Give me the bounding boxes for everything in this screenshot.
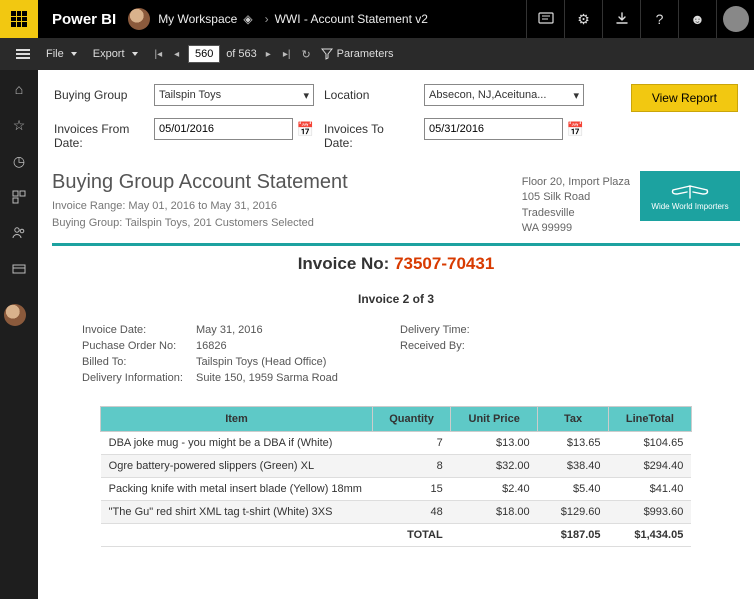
meta-received-label: Received By: — [400, 340, 490, 352]
last-page-icon[interactable]: ▸| — [280, 49, 294, 60]
nav-toggle-icon[interactable] — [8, 53, 38, 55]
meta-po-value: 16826 — [196, 340, 396, 352]
help-icon[interactable]: ? — [640, 0, 678, 38]
parameters-toggle[interactable]: Parameters — [321, 48, 394, 60]
meta-delivery-label: Delivery Information: — [82, 372, 192, 384]
brand-label: Power BI — [52, 11, 116, 28]
page-number-input[interactable] — [188, 45, 220, 63]
wings-icon — [667, 182, 713, 202]
chevron-down-icon: ▾ — [303, 89, 309, 102]
parameters-label: Parameters — [337, 48, 394, 60]
meta-billed-label: Billed To: — [82, 356, 192, 368]
meta-delivery-time-value — [494, 324, 614, 336]
premium-diamond-icon: ◈ — [243, 12, 252, 26]
app-launcher-button[interactable] — [0, 0, 38, 38]
from-date-label: Invoices From Date: — [54, 118, 144, 150]
workspace-avatar[interactable] — [4, 304, 26, 326]
meta-delivery-time-label: Delivery Time: — [400, 324, 490, 336]
account-avatar[interactable] — [716, 0, 754, 38]
total-row: TOTAL$187.05$1,434.05 — [101, 523, 692, 546]
table-row: DBA joke mug - you might be a DBA if (Wh… — [101, 431, 692, 454]
invoice-number: Invoice No: 73507-70431 — [52, 246, 740, 292]
location-select[interactable]: Absecon, NJ,Aceituna...▾ — [424, 84, 584, 106]
table-row: Packing knife with metal insert blade (Y… — [101, 477, 692, 500]
apps-icon[interactable] — [10, 188, 28, 206]
feedback-smile-icon[interactable]: ☻ — [678, 0, 716, 38]
col-tax: Tax — [538, 406, 609, 431]
view-report-button[interactable]: View Report — [631, 84, 738, 112]
report-range: Invoice Range: May 01, 2016 to May 31, 2… — [52, 198, 522, 215]
first-page-icon[interactable]: |◂ — [152, 49, 166, 60]
from-date-input[interactable] — [159, 123, 288, 135]
home-icon[interactable]: ⌂ — [10, 80, 28, 98]
recent-clock-icon[interactable]: ◷ — [10, 152, 28, 170]
calendar-icon[interactable]: 📅 — [567, 121, 584, 138]
report-toolbar: File Export |◂ ◂ of 563 ▸ ▸| ↻ Parameter… — [0, 38, 754, 70]
report-body: Buying Group Account Statement Invoice R… — [38, 161, 754, 561]
to-date-label: Invoices To Date: — [324, 118, 414, 150]
file-menu[interactable]: File — [38, 48, 85, 60]
report-breadcrumb[interactable]: WWI - Account Statement v2 — [275, 12, 428, 26]
meta-po-label: Puchase Order No: — [82, 340, 192, 352]
workspace-breadcrumb[interactable]: My Workspace — [158, 12, 237, 26]
invoice-counter: Invoice 2 of 3 — [52, 292, 740, 306]
buying-group-label: Buying Group — [54, 84, 144, 102]
shared-icon[interactable] — [10, 224, 28, 242]
content-area: Buying Group Tailspin Toys▾ Location Abs… — [38, 70, 754, 599]
company-address: Floor 20, Import Plaza 105 Silk Road Tra… — [522, 171, 640, 237]
location-label: Location — [324, 84, 414, 102]
to-date-input[interactable] — [429, 123, 558, 135]
report-group-line: Buying Group: Tailspin Toys, 201 Custome… — [52, 215, 522, 232]
table-row: "The Gu" red shirt XML tag t-shirt (Whit… — [101, 500, 692, 523]
invoice-meta: Invoice Date: May 31, 2016 Delivery Time… — [52, 324, 740, 384]
meta-received-value — [494, 340, 614, 352]
next-page-icon[interactable]: ▸ — [263, 49, 274, 60]
topbar-actions: ⚙ ? ☻ — [526, 0, 754, 38]
funnel-icon — [321, 48, 333, 60]
report-title: Buying Group Account Statement — [52, 171, 522, 194]
col-price: Unit Price — [451, 406, 538, 431]
table-row: Ogre battery-powered slippers (Green) XL… — [101, 454, 692, 477]
parameters-panel: Buying Group Tailspin Toys▾ Location Abs… — [38, 70, 754, 161]
chevron-down-icon: ▾ — [573, 89, 579, 102]
col-qty: Quantity — [372, 406, 450, 431]
breadcrumb-chevron-icon: › — [265, 12, 269, 26]
topbar: Power BI My Workspace ◈ › WWI - Account … — [0, 0, 754, 38]
favorites-star-icon[interactable]: ☆ — [10, 116, 28, 134]
chat-icon[interactable] — [526, 0, 564, 38]
export-menu[interactable]: Export — [85, 48, 146, 60]
left-nav: ⌂ ☆ ◷ — [0, 70, 38, 599]
buying-group-select[interactable]: Tailspin Toys▾ — [154, 84, 314, 106]
prev-page-icon[interactable]: ◂ — [171, 49, 182, 60]
line-items-table: Item Quantity Unit Price Tax LineTotal D… — [100, 406, 692, 547]
company-logo: Wide World Importers — [640, 171, 740, 221]
col-total: LineTotal — [609, 406, 692, 431]
download-icon[interactable] — [602, 0, 640, 38]
user-avatar-small[interactable] — [128, 8, 150, 30]
workspaces-icon[interactable] — [10, 260, 28, 278]
settings-gear-icon[interactable]: ⚙ — [564, 0, 602, 38]
col-item: Item — [101, 406, 373, 431]
meta-billed-value: Tailspin Toys (Head Office) — [196, 356, 396, 368]
page-navigator: |◂ ◂ of 563 ▸ ▸| — [152, 45, 294, 63]
meta-delivery-value: Suite 150, 1959 Sarma Road — [196, 372, 396, 384]
page-total-label: of 563 — [226, 48, 257, 60]
refresh-icon[interactable]: ↻ — [301, 48, 310, 61]
meta-date-value: May 31, 2016 — [196, 324, 396, 336]
meta-date-label: Invoice Date: — [82, 324, 192, 336]
calendar-icon[interactable]: 📅 — [297, 121, 314, 138]
